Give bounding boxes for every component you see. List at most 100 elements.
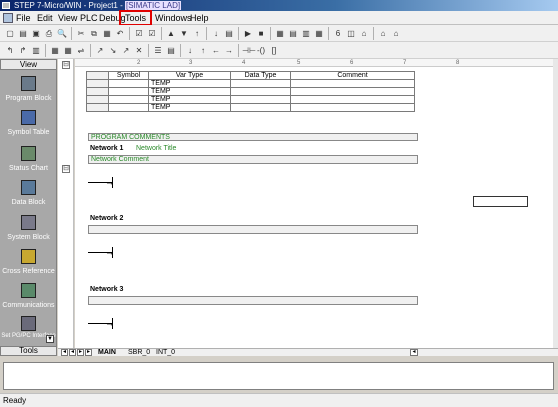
tab-sbr-0[interactable]: SBR_0 xyxy=(128,349,150,357)
chart-status-icon[interactable]: ▥ xyxy=(300,28,312,39)
nav-item-communications[interactable]: Communications xyxy=(0,283,57,319)
line-left-icon[interactable]: ← xyxy=(210,45,222,56)
collapse-icon[interactable]: ⊟ xyxy=(62,165,70,173)
next-tab-icon[interactable]: ▸ xyxy=(77,349,84,356)
copy-icon[interactable]: ⧉ xyxy=(88,28,100,39)
prev-tab-icon[interactable]: ◂ xyxy=(69,349,76,356)
apply-symbols-icon[interactable]: ▤ xyxy=(165,45,177,56)
power-rail-rung[interactable]: → xyxy=(88,177,118,189)
cell-var-type[interactable]: TEMP xyxy=(148,87,231,96)
cell-symbol[interactable] xyxy=(108,95,149,104)
row-header[interactable] xyxy=(86,87,109,96)
line-right-icon[interactable]: → xyxy=(223,45,235,56)
save-icon[interactable]: ▣ xyxy=(30,28,42,39)
insert-network-icon[interactable]: ▦ xyxy=(62,45,74,56)
bookmark-icon[interactable]: ↗ xyxy=(94,45,106,56)
nav-item-symbol-table[interactable]: Symbol Table xyxy=(0,110,57,146)
menu-plc[interactable]: PLC xyxy=(80,11,98,25)
read-all-forced-icon[interactable]: ⌂ xyxy=(377,28,389,39)
power-rail-rung[interactable]: → xyxy=(88,247,118,259)
unforce-icon[interactable]: ◫ xyxy=(345,28,357,39)
cell-comment[interactable] xyxy=(290,103,415,112)
nav-item-data-block[interactable]: Data Block xyxy=(0,180,57,216)
menu-edit[interactable]: Edit xyxy=(37,11,53,25)
program-editor[interactable]: 2 3 4 5 6 7 8 Symbol Var Type Data Type … xyxy=(75,59,553,356)
cell-symbol[interactable] xyxy=(108,87,149,96)
cell-symbol[interactable] xyxy=(108,103,149,112)
lad-icon[interactable]: ↱ xyxy=(17,45,29,56)
floating-input-box[interactable] xyxy=(473,196,528,207)
trend-icon[interactable]: ▤ xyxy=(287,28,299,39)
output-window[interactable] xyxy=(3,362,554,390)
stl-icon[interactable]: ↰ xyxy=(4,45,16,56)
unforce-all-icon[interactable]: ⌂ xyxy=(358,28,370,39)
scroll-left-icon[interactable]: ◂ xyxy=(410,349,418,356)
network-comment[interactable]: Network Comment xyxy=(88,155,418,164)
nav-header-view[interactable]: View xyxy=(0,59,57,70)
print-preview-icon[interactable]: 🔍 xyxy=(56,28,68,39)
stop-icon[interactable]: ■ xyxy=(255,28,267,39)
nav-footer-tools[interactable]: Tools xyxy=(0,346,57,356)
fbd-icon[interactable]: ▥ xyxy=(30,45,42,56)
cell-data-type[interactable] xyxy=(230,103,291,112)
next-bookmark-icon[interactable]: ↘ xyxy=(107,45,119,56)
paste-icon[interactable]: ▦ xyxy=(101,28,113,39)
document-icon[interactable] xyxy=(3,13,13,23)
delete-network-icon[interactable]: ⇌ xyxy=(75,45,87,56)
cell-data-type[interactable] xyxy=(230,79,291,88)
row-header[interactable] xyxy=(86,95,109,104)
first-tab-icon[interactable]: ◂ xyxy=(61,349,68,356)
nav-item-program-block[interactable]: Program Block xyxy=(0,76,57,112)
upload-icon[interactable]: ▲ xyxy=(165,28,177,39)
options-icon[interactable]: ▤ xyxy=(223,28,235,39)
sort-desc-icon[interactable]: ↓ xyxy=(210,28,222,39)
network-comment[interactable] xyxy=(88,296,418,305)
open-icon[interactable]: ▤ xyxy=(17,28,29,39)
program-comments[interactable]: PROGRAM COMMENTS xyxy=(88,133,418,141)
cell-data-type[interactable] xyxy=(230,87,291,96)
compile-icon[interactable]: ☑ xyxy=(133,28,145,39)
cell-var-type[interactable]: TEMP xyxy=(148,95,231,104)
network-subtitle[interactable]: Network Title xyxy=(136,145,176,152)
nav-item-system-block[interactable]: System Block xyxy=(0,215,57,251)
menu-windows[interactable]: Windows xyxy=(155,11,192,25)
cell-symbol[interactable] xyxy=(108,79,149,88)
collapse-icon[interactable]: ⊟ xyxy=(62,61,70,69)
single-read-icon[interactable]: ▦ xyxy=(313,28,325,39)
network-title[interactable]: Network 3 xyxy=(90,286,123,293)
menu-view[interactable]: View xyxy=(58,11,77,25)
toggle-comment-icon[interactable]: ▦ xyxy=(49,45,61,56)
row-header[interactable] xyxy=(86,103,109,112)
tab-int-0[interactable]: INT_0 xyxy=(156,349,175,357)
box-icon[interactable]: [] xyxy=(268,45,280,56)
force-icon[interactable]: 6 xyxy=(332,28,344,39)
download-icon[interactable]: ▼ xyxy=(178,28,190,39)
menu-tools[interactable]: Tools xyxy=(119,10,153,26)
new-icon[interactable]: ▢ xyxy=(4,28,16,39)
compile-all-icon[interactable]: ☑ xyxy=(146,28,158,39)
line-down-icon[interactable]: ↓ xyxy=(184,45,196,56)
last-tab-icon[interactable]: ▸ xyxy=(85,349,92,356)
prev-bookmark-icon[interactable]: ↗ xyxy=(120,45,132,56)
row-header[interactable] xyxy=(86,79,109,88)
contact-icon[interactable]: ⊣⊢ xyxy=(242,45,256,56)
clear-bookmarks-icon[interactable]: ✕ xyxy=(133,45,145,56)
coil-icon[interactable]: -() xyxy=(255,45,267,56)
nav-item-cross-reference[interactable]: Cross Reference xyxy=(0,249,57,285)
undo-icon[interactable]: ↶ xyxy=(114,28,126,39)
program-status-icon[interactable]: ▦ xyxy=(274,28,286,39)
cell-var-type[interactable]: TEMP xyxy=(148,79,231,88)
line-up-icon[interactable]: ↑ xyxy=(197,45,209,56)
network-title[interactable]: Network 1 xyxy=(90,145,123,152)
cell-comment[interactable] xyxy=(290,79,415,88)
cell-comment[interactable] xyxy=(290,95,415,104)
menu-file[interactable]: File xyxy=(16,11,31,25)
network-comment[interactable] xyxy=(88,225,418,234)
tab-main[interactable]: MAIN xyxy=(98,349,116,357)
cell-var-type[interactable]: TEMP xyxy=(148,103,231,112)
scroll-down-icon[interactable]: ▼ xyxy=(46,335,54,343)
power-rail-rung[interactable]: → xyxy=(88,318,118,330)
sort-asc-icon[interactable]: ↑ xyxy=(191,28,203,39)
run-icon[interactable]: ▶ xyxy=(242,28,254,39)
nav-item-status-chart[interactable]: Status Chart xyxy=(0,146,57,182)
